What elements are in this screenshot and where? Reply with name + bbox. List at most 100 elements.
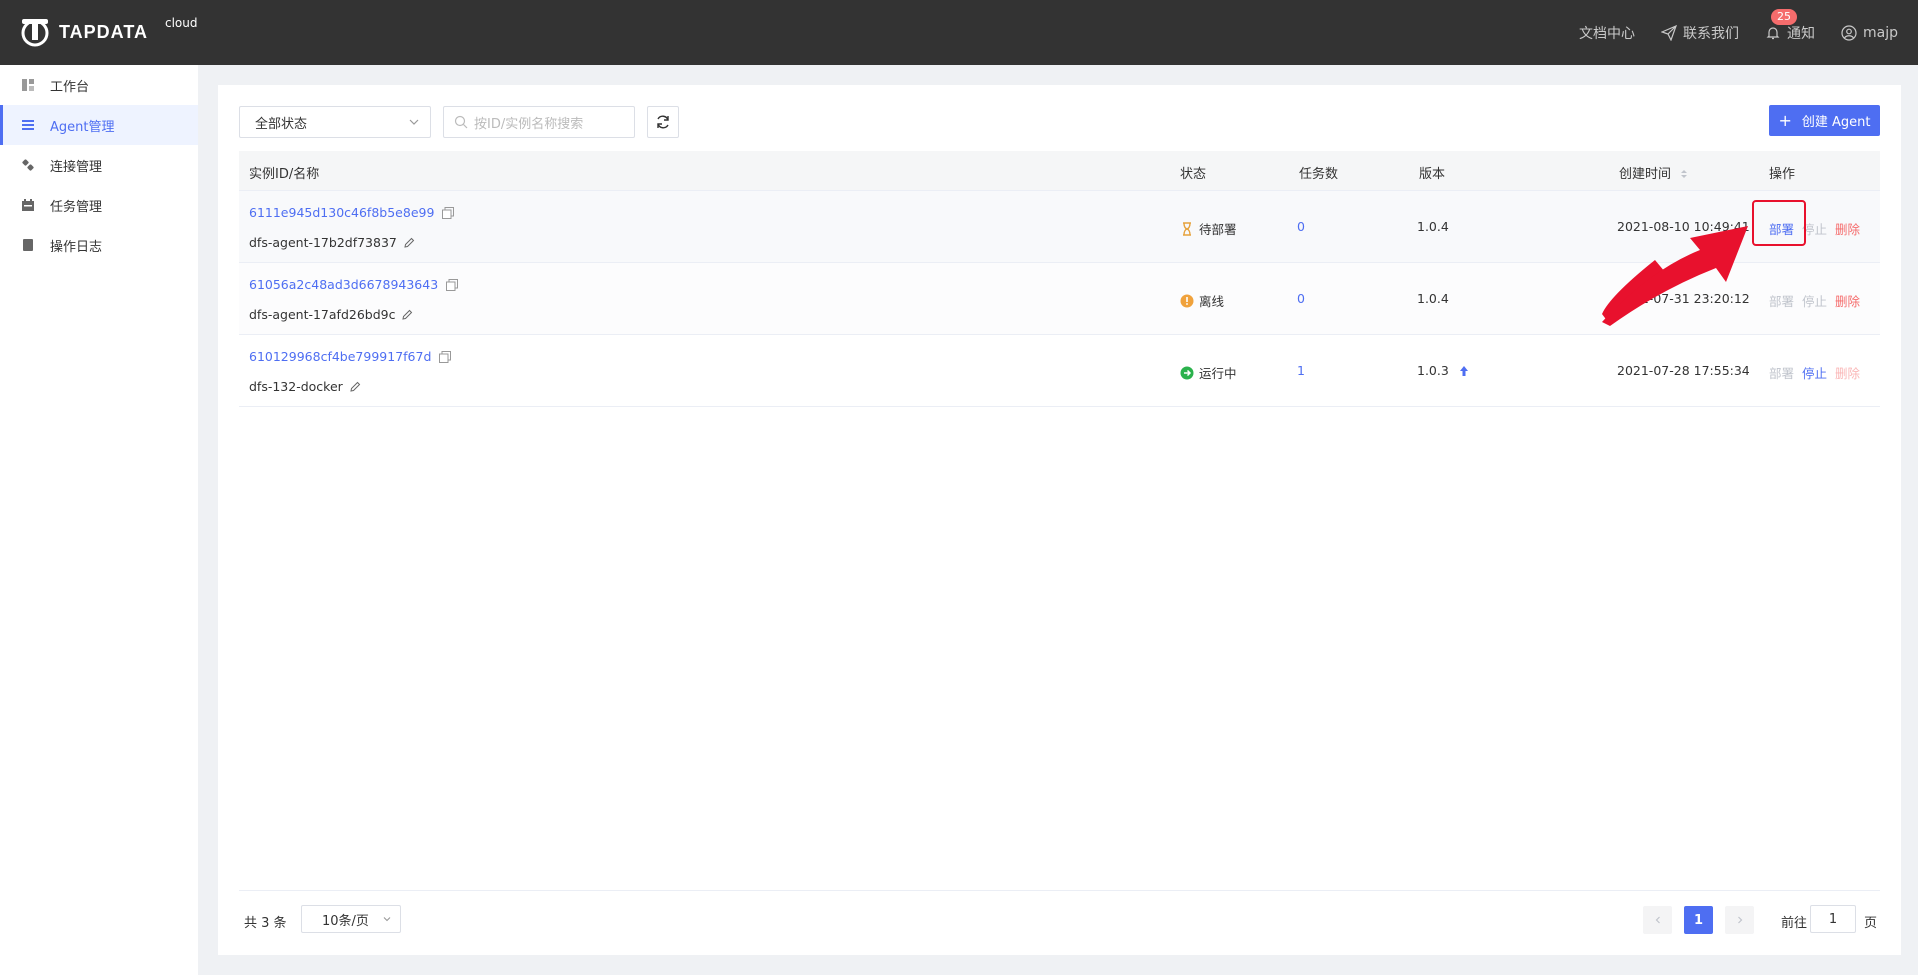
version-text: 1.0.4 bbox=[1417, 219, 1449, 234]
task-count-link[interactable]: 1 bbox=[1297, 363, 1305, 378]
sort-icon[interactable] bbox=[1679, 168, 1689, 180]
col-actions: 操作 bbox=[1769, 167, 1796, 182]
sidebar-item-workbench[interactable]: 工作台 bbox=[0, 65, 198, 105]
table-header: 实例ID/名称 状态 任务数 版本 创建时间 操作 bbox=[239, 151, 1880, 191]
delete-button[interactable]: 删除 bbox=[1835, 219, 1860, 238]
created-time: 2021-07-28 17:55:34 bbox=[1617, 363, 1750, 378]
logo[interactable]: TAPDATA cloud bbox=[19, 16, 198, 48]
highlight-box bbox=[1752, 200, 1806, 246]
sidebar-item-agent[interactable]: Agent管理 bbox=[0, 105, 198, 145]
hourglass-icon bbox=[1183, 221, 1191, 236]
version-text: 1.0.4 bbox=[1417, 291, 1449, 306]
sidebar-item-label: Agent管理 bbox=[50, 119, 115, 135]
calendar-icon bbox=[22, 199, 34, 211]
instance-id-link[interactable]: 6111e945d130c46f8b5e8e99 bbox=[249, 205, 455, 220]
tapdata-logo-icon bbox=[21, 19, 49, 47]
next-page-button[interactable] bbox=[1725, 906, 1754, 934]
page-size-select[interactable]: 10条/页 bbox=[301, 905, 401, 933]
page-number-current[interactable]: 1 bbox=[1684, 906, 1713, 934]
sidebar-item-tasks[interactable]: 任务管理 bbox=[0, 185, 198, 225]
status-filter-select[interactable]: 全部状态 bbox=[239, 106, 431, 138]
upgrade-arrow-icon[interactable] bbox=[1457, 364, 1471, 378]
task-count-link[interactable]: 0 bbox=[1297, 219, 1305, 234]
delete-button[interactable]: 删除 bbox=[1835, 363, 1860, 382]
sidebar: 工作台 Agent管理 连接管理 任务管理 操作日志 bbox=[0, 65, 198, 975]
table-row: 61056a2c48ad3d6678943643 dfs-agent-17afd… bbox=[239, 263, 1880, 335]
table-row: 6111e945d130c46f8b5e8e99 dfs-agent-17b2d… bbox=[239, 191, 1880, 263]
version-text: 1.0.3 bbox=[1417, 363, 1471, 378]
col-created[interactable]: 创建时间 bbox=[1619, 163, 1689, 182]
stop-button[interactable]: 停止 bbox=[1802, 363, 1827, 382]
created-time: 2021-08-10 10:49:41 bbox=[1617, 219, 1750, 234]
instance-name: dfs-132-docker bbox=[249, 379, 361, 394]
col-tasks: 任务数 bbox=[1299, 167, 1339, 182]
stop-button[interactable]: 停止 bbox=[1802, 291, 1827, 310]
deploy-button[interactable]: 部署 bbox=[1769, 363, 1794, 382]
instance-id-link[interactable]: 61056a2c48ad3d6678943643 bbox=[249, 277, 459, 292]
task-count-link[interactable]: 0 bbox=[1297, 291, 1305, 306]
edit-icon[interactable] bbox=[349, 381, 361, 393]
refresh-button[interactable] bbox=[647, 106, 679, 138]
status-cell: 待部署 bbox=[1180, 219, 1237, 238]
sidebar-item-label: 操作日志 bbox=[50, 239, 103, 255]
footer-divider bbox=[239, 890, 1880, 891]
paper-plane-icon bbox=[1661, 24, 1677, 41]
logo-sup: cloud bbox=[165, 16, 198, 30]
deploy-button[interactable]: 部署 bbox=[1769, 291, 1794, 310]
copy-icon[interactable] bbox=[446, 279, 459, 291]
col-status: 状态 bbox=[1180, 167, 1207, 182]
dashboard-icon bbox=[22, 79, 34, 91]
copy-icon[interactable] bbox=[442, 207, 455, 219]
sidebar-item-connections[interactable]: 连接管理 bbox=[0, 145, 198, 185]
bell-icon bbox=[1766, 26, 1780, 39]
col-version: 版本 bbox=[1419, 167, 1446, 182]
created-time: 2021-07-31 23:20:12 bbox=[1617, 291, 1750, 306]
col-id-name: 实例ID/名称 bbox=[249, 167, 320, 182]
plus-icon: + bbox=[1778, 110, 1792, 130]
status-cell: 离线 bbox=[1180, 291, 1224, 310]
instance-name: dfs-agent-17b2df73837 bbox=[249, 235, 415, 250]
goto-page-input[interactable]: 1 bbox=[1810, 905, 1856, 933]
page-size-value: 10条/页 bbox=[322, 913, 369, 929]
edit-icon[interactable] bbox=[403, 237, 415, 249]
user-menu[interactable]: majp bbox=[1841, 25, 1898, 41]
instance-id-link[interactable]: 610129968cf4be799917f67d bbox=[249, 349, 452, 364]
status-filter-value: 全部状态 bbox=[255, 116, 308, 132]
logo-text: TAPDATA bbox=[59, 21, 148, 42]
agent-table: 实例ID/名称 状态 任务数 版本 创建时间 操作 6111e945d130c4… bbox=[239, 151, 1880, 407]
chevron-right-icon bbox=[1737, 916, 1742, 924]
docs-link[interactable]: 文档中心 bbox=[1579, 23, 1635, 43]
create-agent-label: 创建 Agent bbox=[1801, 115, 1871, 130]
prev-page-button[interactable] bbox=[1643, 906, 1672, 934]
sidebar-item-logs[interactable]: 操作日志 bbox=[0, 225, 198, 265]
search-icon bbox=[454, 115, 468, 129]
search-input[interactable]: 按ID/实例名称搜索 bbox=[443, 106, 635, 138]
sidebar-item-label: 连接管理 bbox=[50, 159, 103, 175]
col-created-label: 创建时间 bbox=[1619, 167, 1672, 182]
log-icon bbox=[23, 239, 33, 251]
chevron-left-icon bbox=[1655, 916, 1660, 924]
edit-icon[interactable] bbox=[401, 309, 413, 321]
contact-label: 联系我们 bbox=[1683, 25, 1739, 42]
delete-button[interactable]: 删除 bbox=[1835, 291, 1860, 310]
notification-link[interactable]: 25 通知 bbox=[1765, 8, 1815, 43]
instance-name: dfs-agent-17afd26bd9c bbox=[249, 307, 413, 322]
status-cell: 运行中 bbox=[1180, 363, 1237, 382]
main-panel: 全部状态 按ID/实例名称搜索 + 创建 Agent 实例ID/名称 状态 任务… bbox=[218, 85, 1901, 955]
refresh-icon bbox=[657, 115, 669, 129]
row-actions: 部署 停止 删除 bbox=[1769, 291, 1868, 310]
chevron-down-icon bbox=[409, 119, 419, 125]
notification-label: 通知 bbox=[1787, 25, 1815, 42]
running-icon bbox=[1180, 366, 1194, 379]
warning-icon bbox=[1180, 294, 1194, 307]
sidebar-item-label: 任务管理 bbox=[50, 199, 103, 215]
copy-icon[interactable] bbox=[439, 351, 452, 363]
user-name: majp bbox=[1863, 24, 1898, 41]
docs-label: 文档中心 bbox=[1579, 25, 1635, 42]
top-header: TAPDATA cloud 文档中心 联系我们 25 通知 majp bbox=[0, 0, 1918, 65]
contact-link[interactable]: 联系我们 bbox=[1661, 23, 1739, 43]
user-icon bbox=[1841, 24, 1857, 41]
create-agent-button[interactable]: + 创建 Agent bbox=[1769, 105, 1880, 136]
sidebar-item-label: 工作台 bbox=[50, 79, 90, 95]
status-text: 待部署 bbox=[1199, 222, 1237, 237]
